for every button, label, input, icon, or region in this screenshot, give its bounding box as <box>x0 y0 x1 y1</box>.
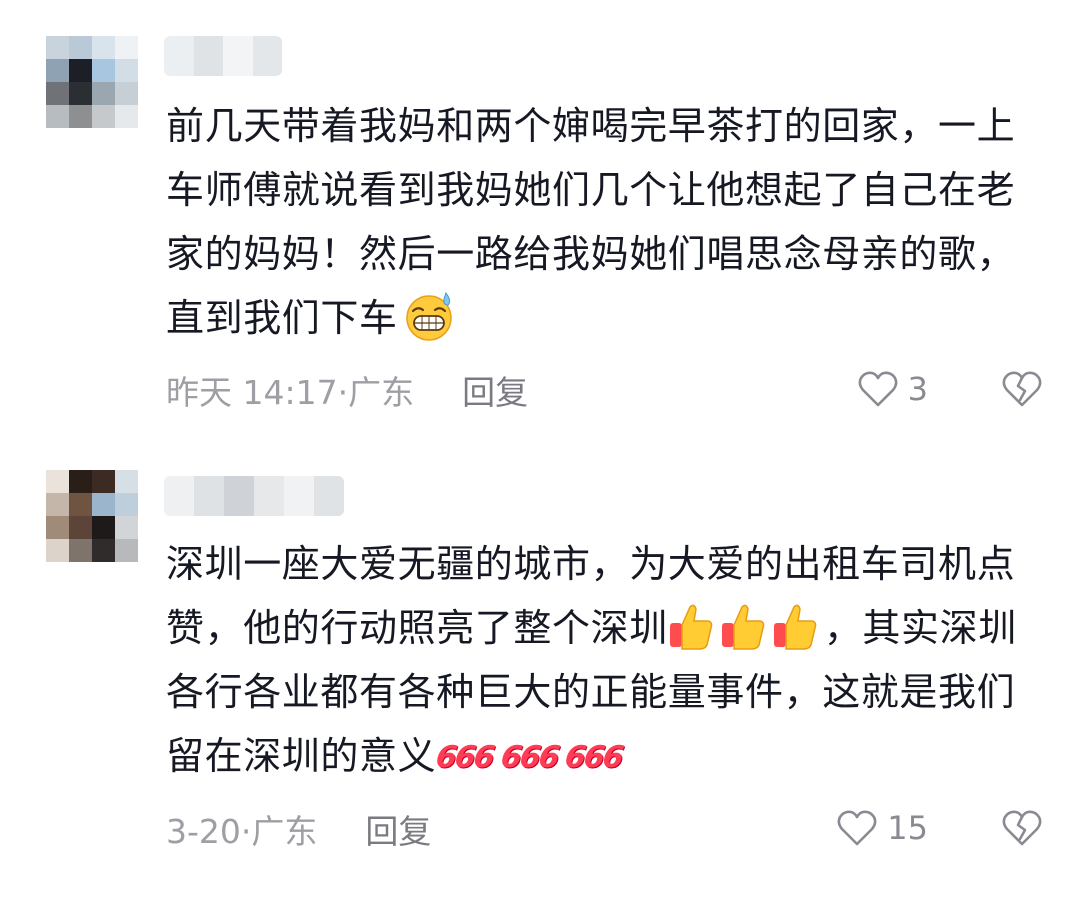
username[interactable] <box>164 476 344 516</box>
comment-time-location: 昨天 14:17·广东 <box>166 373 415 412</box>
comment-item: 前几天带着我妈和两个婶喝完早茶打的回家，一上车师傅就说看到我妈她们几个让他想起了… <box>0 0 1080 440</box>
broken-heart-icon[interactable] <box>1000 806 1044 850</box>
comment-text-segment: 前几天带着我妈和两个婶喝完早茶打的回家，一上车师傅就说看到我妈她们几个让他想起了… <box>166 104 1016 340</box>
emoji-666: 666 <box>433 740 496 775</box>
like-count: 15 <box>887 809 928 847</box>
emoji-666: 666 <box>498 740 560 775</box>
like-group: 3 <box>856 367 928 411</box>
comment-text: 前几天带着我妈和两个婶喝完早茶打的回家，一上车师傅就说看到我妈她们几个让他想起了… <box>166 94 1046 350</box>
broken-heart-icon[interactable] <box>1000 367 1044 411</box>
reply-button[interactable]: 回复 <box>462 366 528 414</box>
emoji-666: 666 <box>563 740 625 775</box>
thumbs-up-icon <box>721 604 765 650</box>
heart-icon[interactable] <box>856 367 900 411</box>
comment-item: 深圳一座大爱无疆的城市，为大爱的出租车司机点赞，他的行动照亮了整个深圳 ，其实深… <box>0 440 1080 913</box>
like-group: 15 <box>835 806 928 850</box>
thumbs-up-icon <box>773 604 817 650</box>
heart-icon[interactable] <box>835 806 879 850</box>
comment-text: 深圳一座大爱无疆的城市，为大爱的出租车司机点赞，他的行动照亮了整个深圳 ，其实深… <box>166 532 1046 790</box>
comment-meta: 昨天 14:17·广东 回复 3 <box>166 365 1046 415</box>
grin-sweat-icon <box>405 291 452 341</box>
avatar[interactable] <box>46 470 138 562</box>
like-count: 3 <box>907 370 928 408</box>
reply-button[interactable]: 回复 <box>365 805 431 853</box>
username[interactable] <box>164 36 282 76</box>
avatar[interactable] <box>46 36 138 128</box>
comment-time-location: 3-20·广东 <box>166 812 318 851</box>
comment-meta: 3-20·广东 回复 15 <box>166 804 1046 854</box>
thumbs-up-icon <box>669 604 713 650</box>
